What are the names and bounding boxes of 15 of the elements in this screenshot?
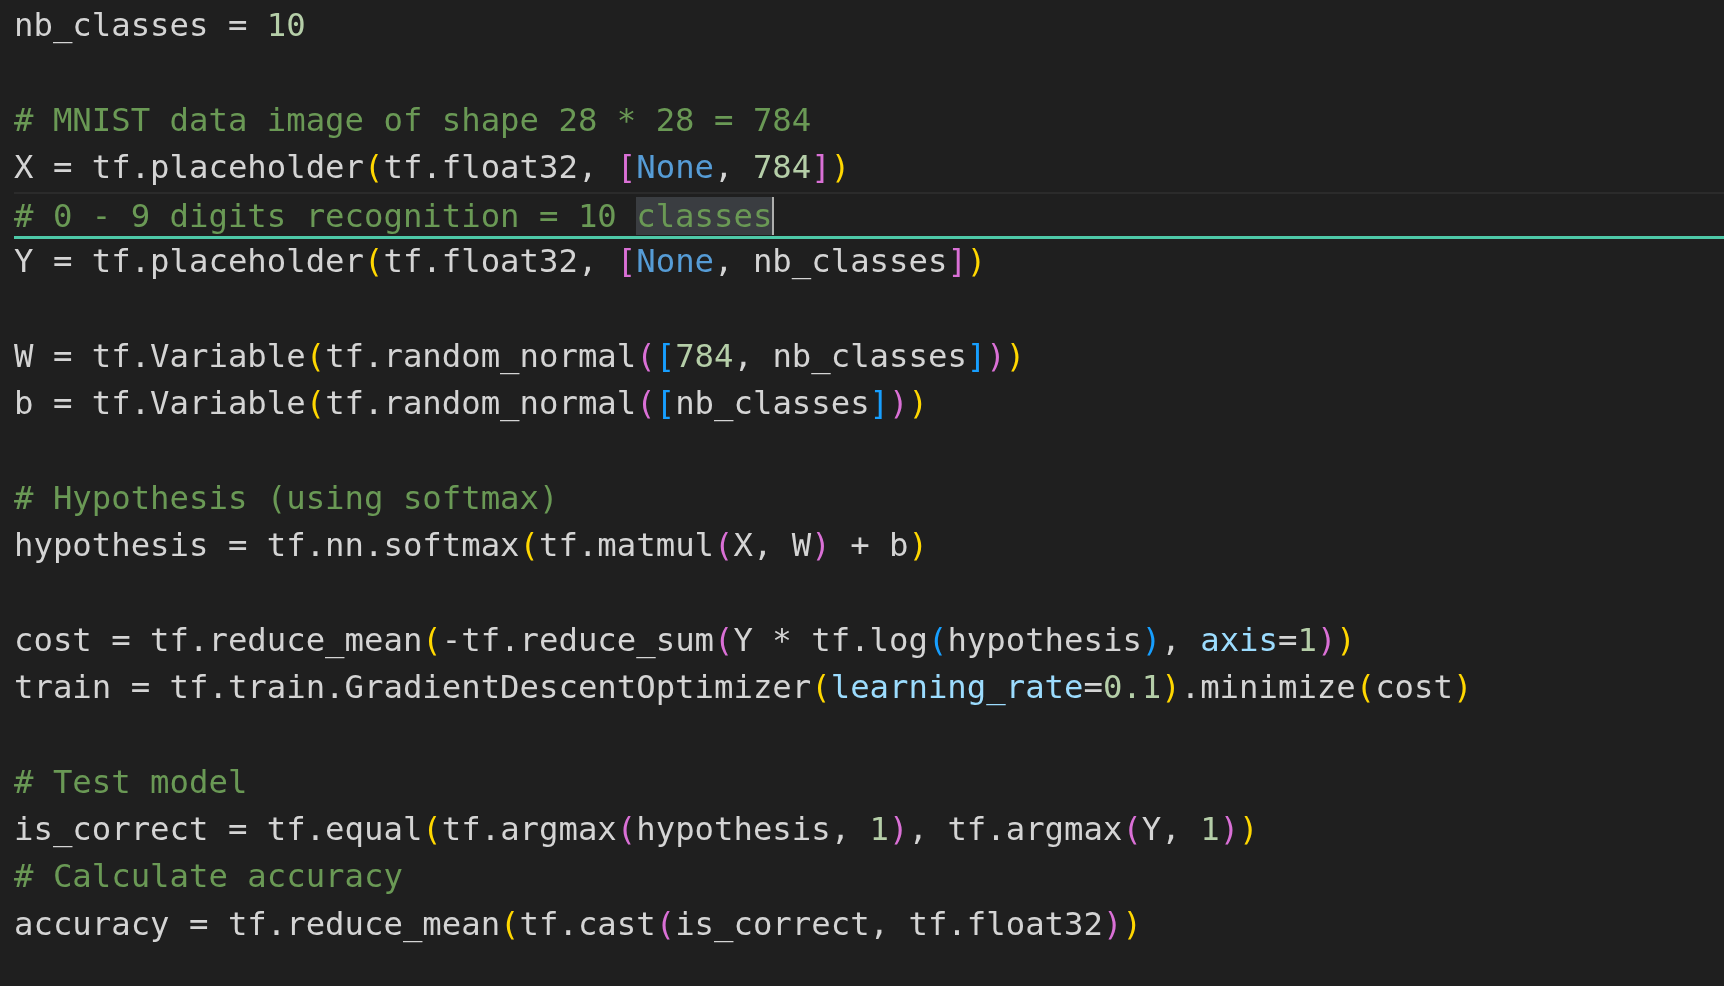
code-line: nb_classes = 10 [14,6,306,44]
code-line: train = tf.train.GradientDescentOptimizer(learning_rate=0.1).minimize(cost) [14,668,1473,707]
code-line: accuracy = tf.reduce_mean(tf.cast(is_correct, tf.float32)) [14,904,1142,943]
code-line: Y = tf.placeholder(tf.float32, [None, nb_classes]) [14,242,987,281]
current-code-line: # 0 - 9 digits recognition = 10 classes [14,197,775,236]
code-line: hypothesis = tf.nn.softmax(tf.matmul(X, W) + b) [14,526,928,565]
code-line: cost = tf.reduce_mean(-tf.reduce_sum(Y * tf.log(hypothesis), axis=1)) [14,620,1356,659]
code-line: # Hypothesis (using softmax) [14,478,559,517]
code-line: # Test model [14,762,248,801]
code-line: X = tf.placeholder(tf.float32, [None, 784]) [14,147,851,186]
code-line: # Calculate accuracy [14,857,403,896]
code-line: is_correct = tf.equal(tf.argmax(hypothesis, 1), tf.argmax(Y, 1)) [14,810,1259,849]
code-line: b = tf.Variable(tf.random_normal([nb_classes])) [14,384,928,423]
code-line: # MNIST data image of shape 28 * 28 = 784 [14,100,812,139]
code-line: W = tf.Variable(tf.random_normal([784, nb_classes])) [14,337,1026,376]
